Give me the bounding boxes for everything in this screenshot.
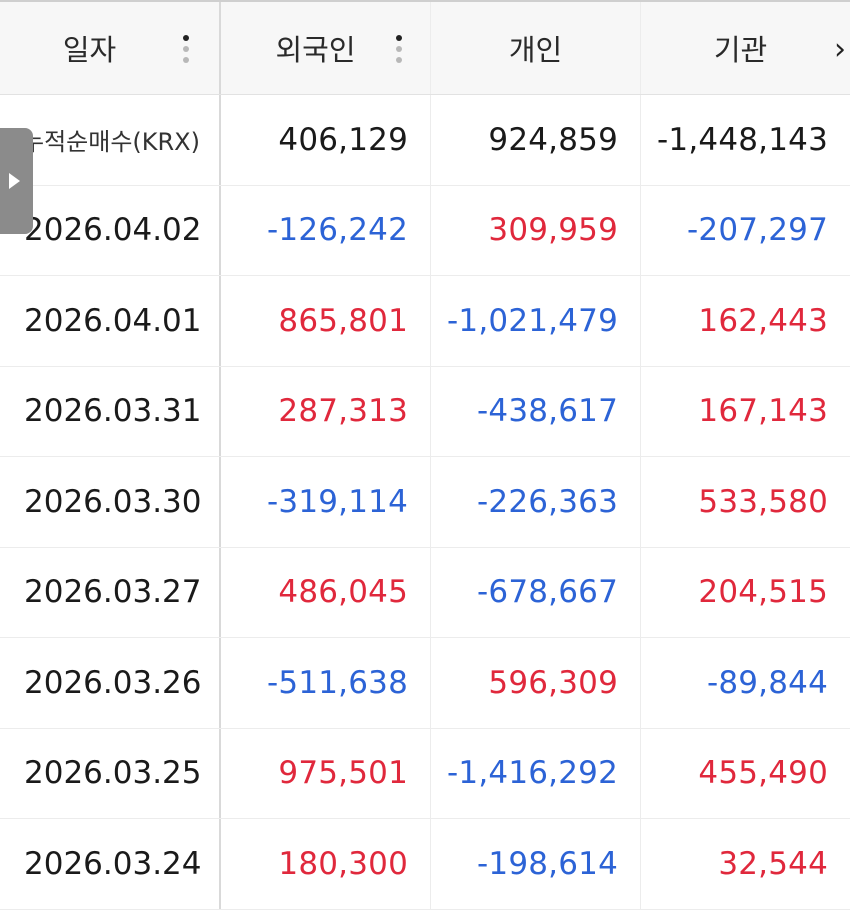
header-institution[interactable]: 기관 ›	[641, 2, 850, 94]
row-foreign: 287,313	[221, 366, 431, 456]
row-foreign: -319,114	[221, 457, 431, 547]
header-date-label: 일자	[62, 33, 117, 67]
header-foreign[interactable]: 외국인	[221, 2, 431, 94]
row-date: 2026.03.26	[0, 638, 221, 728]
row-individual: -1,021,479	[431, 276, 641, 366]
table-row: 2026.03.31 287,313 -438,617 167,143	[0, 366, 850, 457]
header-individual-label: 개인	[508, 33, 563, 67]
row-foreign: 486,045	[221, 547, 431, 637]
header-date[interactable]: 일자	[0, 2, 221, 94]
row-individual: -198,614	[431, 819, 641, 909]
row-foreign: 180,300	[221, 819, 431, 909]
row-individual: 596,309	[431, 638, 641, 728]
row-foreign: 975,501	[221, 728, 431, 818]
row-date: 2026.03.25	[0, 728, 221, 818]
table-header-row: 일자 외국인 개인 기관 ›	[0, 0, 850, 95]
side-panel-handle[interactable]	[0, 128, 33, 234]
cumulative-label: 누적순매수(KRX)	[0, 95, 221, 185]
row-date: 2026.04.01	[0, 276, 221, 366]
row-date: 2026.03.31	[0, 366, 221, 456]
row-institution: 162,443	[698, 302, 828, 339]
play-triangle-icon	[9, 173, 20, 189]
date-column-menu-icon[interactable]	[183, 35, 189, 63]
row-institution: 204,515	[698, 574, 828, 611]
table-row: 2026.03.25 975,501 -1,416,292 455,490	[0, 728, 850, 819]
cumulative-row: 누적순매수(KRX) 406,129 924,859 -1,448,143	[0, 95, 850, 186]
table-row: 2026.04.01 865,801 -1,021,479 162,443	[0, 276, 850, 367]
table-body: 2026.04.02 -126,242 309,959 -207,297 2026.04…	[0, 185, 850, 910]
row-institution: -207,297	[687, 212, 828, 249]
investor-trading-table: 일자 외국인 개인 기관 › 누적순매수(KRX) 406,129 924,85…	[0, 0, 850, 910]
row-institution: 455,490	[698, 755, 828, 792]
row-foreign: 865,801	[221, 276, 431, 366]
row-date: 2026.03.24	[0, 819, 221, 909]
chevron-right-icon[interactable]: ›	[834, 32, 846, 67]
row-institution: 167,143	[698, 393, 828, 430]
table-row: 2026.04.02 -126,242 309,959 -207,297	[0, 185, 850, 276]
row-institution: -89,844	[706, 664, 828, 701]
row-individual: -226,363	[431, 457, 641, 547]
row-date: 2026.04.02	[0, 185, 221, 275]
row-institution: 32,544	[718, 845, 828, 882]
table-row: 2026.03.26 -511,638 596,309 -89,844	[0, 638, 850, 729]
row-foreign: -511,638	[221, 638, 431, 728]
cumulative-individual: 924,859	[431, 95, 641, 185]
row-individual: -438,617	[431, 366, 641, 456]
table-row: 2026.03.24 180,300 -198,614 32,544	[0, 819, 850, 910]
row-date: 2026.03.27	[0, 547, 221, 637]
header-institution-label: 기관	[713, 33, 768, 67]
row-date: 2026.03.30	[0, 457, 221, 547]
row-individual: -1,416,292	[431, 728, 641, 818]
header-foreign-label: 외국인	[275, 33, 356, 67]
table-row: 2026.03.27 486,045 -678,667 204,515	[0, 547, 850, 638]
row-individual: 309,959	[431, 185, 641, 275]
foreign-column-menu-icon[interactable]	[396, 35, 402, 63]
cumulative-foreign: 406,129	[221, 95, 431, 185]
header-individual[interactable]: 개인	[431, 2, 641, 94]
cumulative-institution: -1,448,143	[657, 121, 828, 158]
row-foreign: -126,242	[221, 185, 431, 275]
table-row: 2026.03.30 -319,114 -226,363 533,580	[0, 457, 850, 548]
row-individual: -678,667	[431, 547, 641, 637]
row-institution: 533,580	[698, 483, 828, 520]
